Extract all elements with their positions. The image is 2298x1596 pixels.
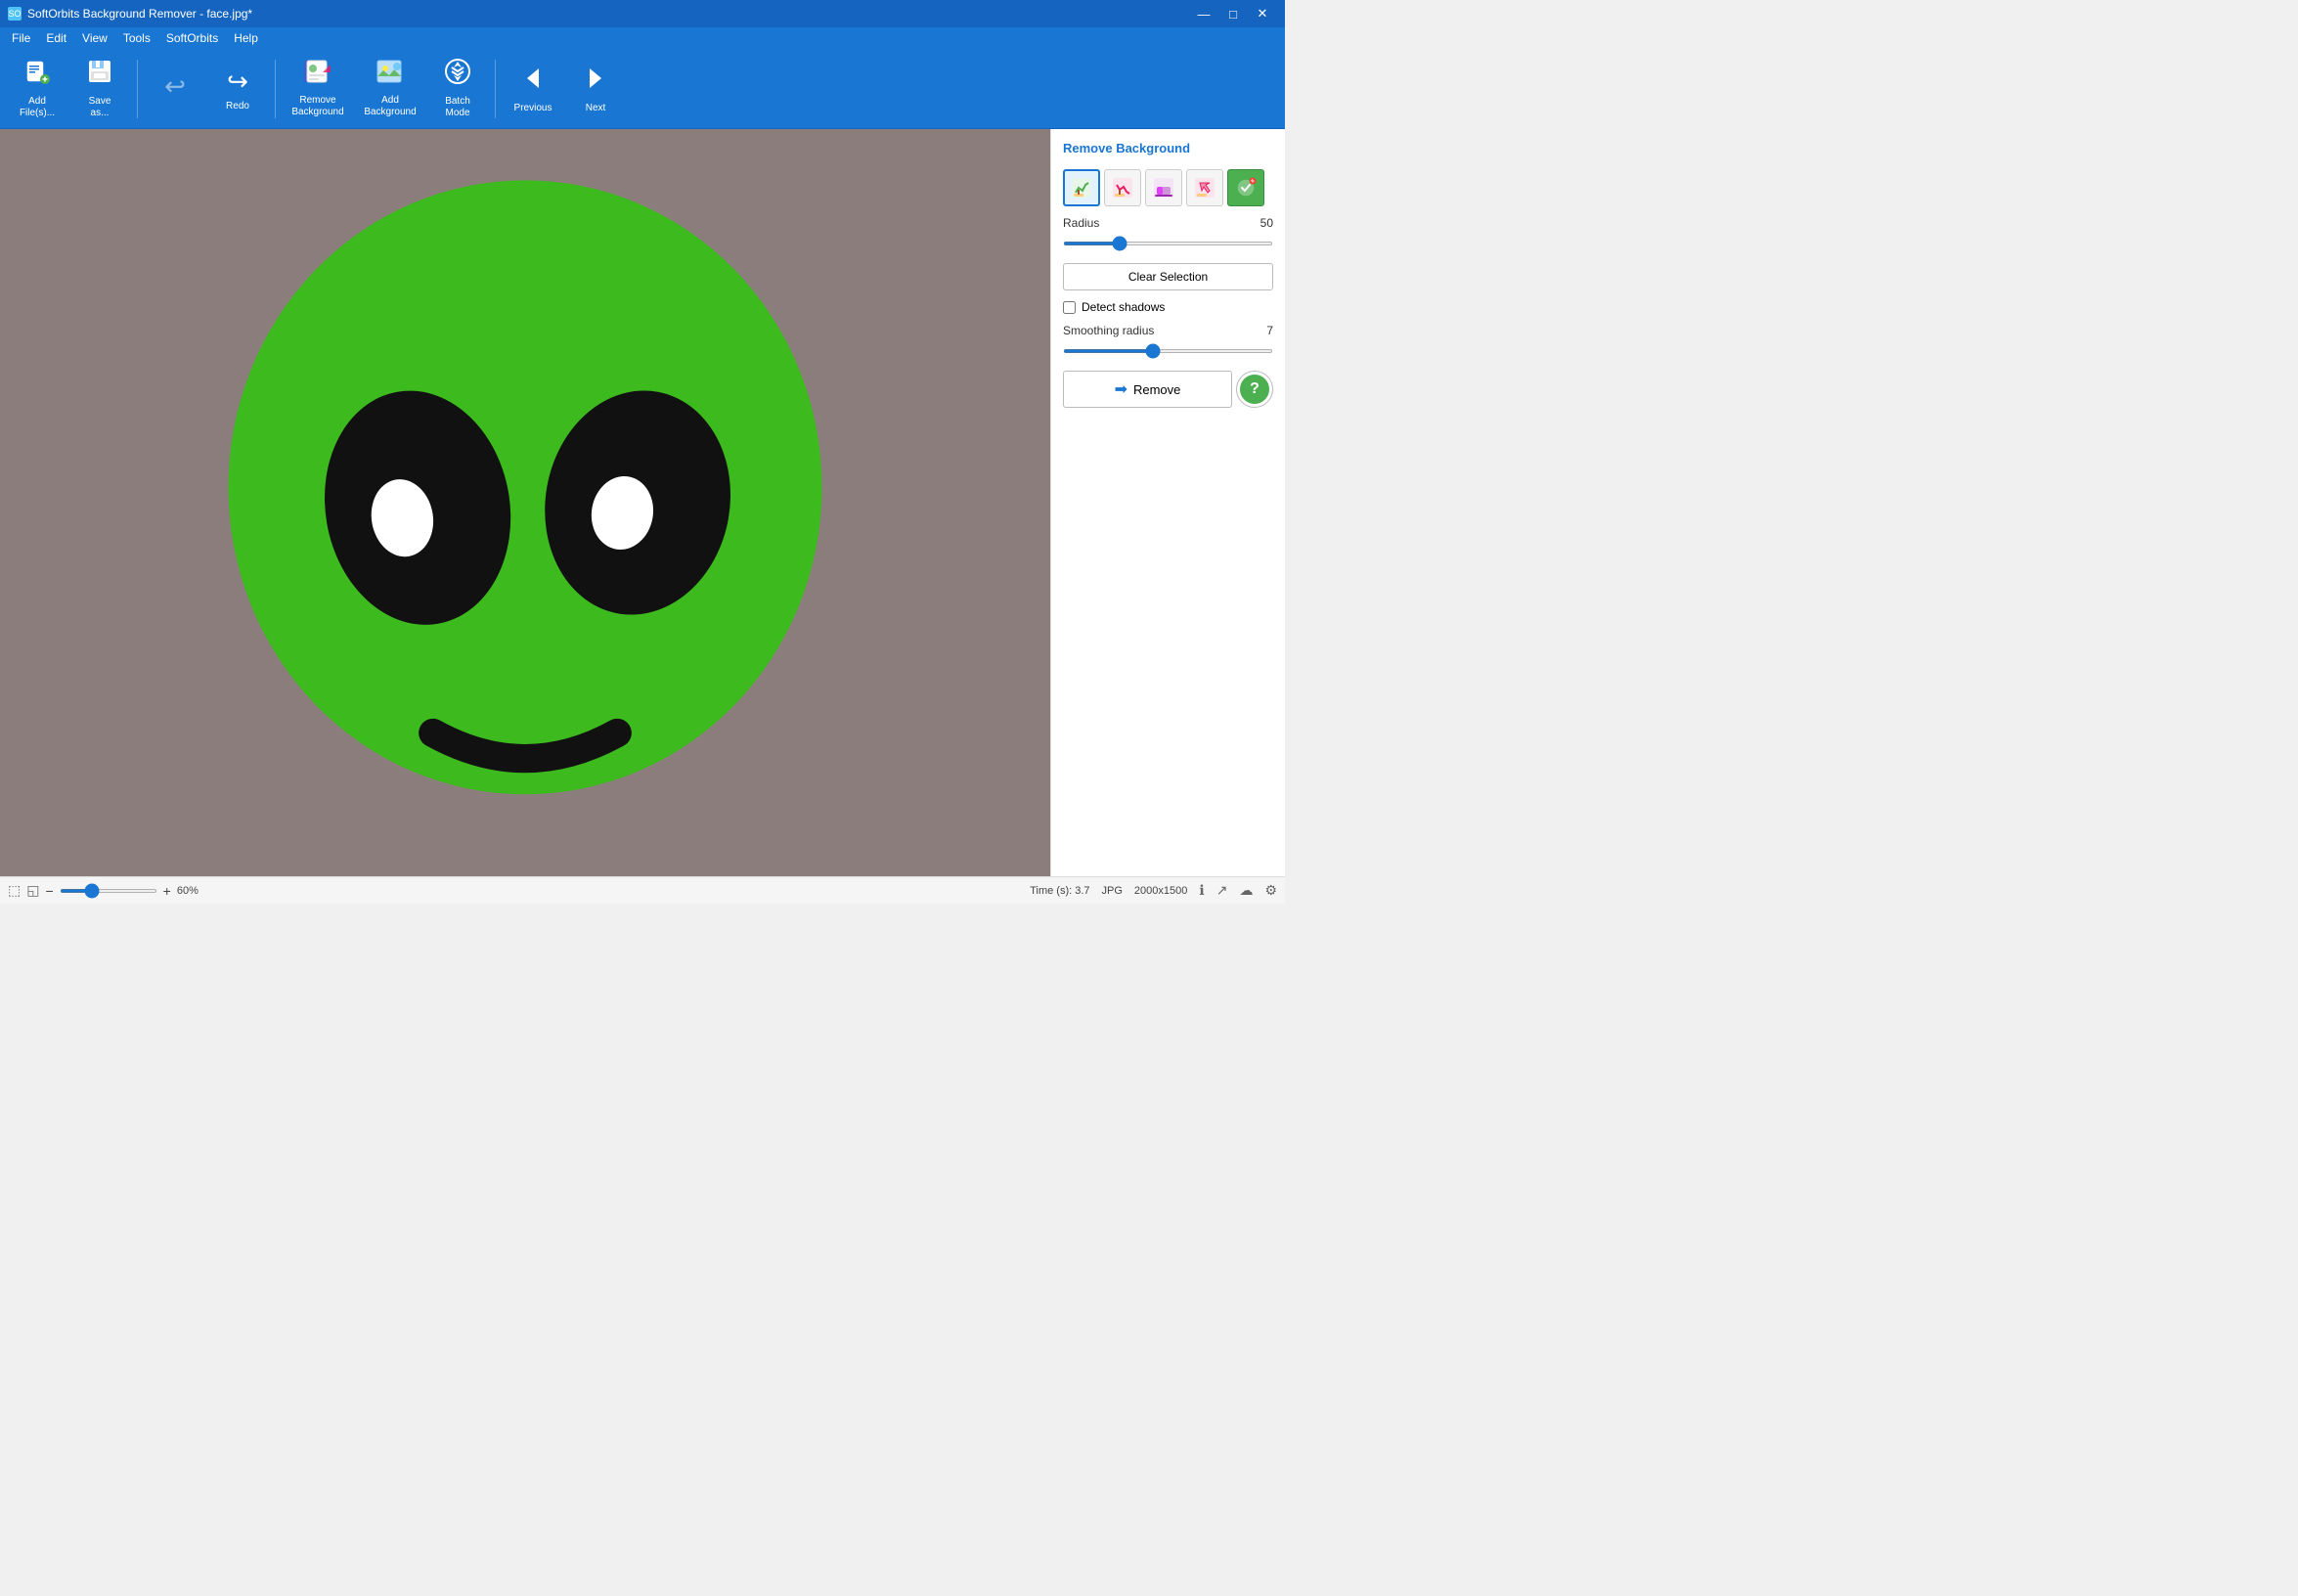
zoom-slider[interactable] xyxy=(60,889,157,893)
remove-button[interactable]: ➡ Remove xyxy=(1063,371,1232,408)
statusbar-right: Time (s): 3.7 JPG 2000x1500 ℹ ↗ ☁ ⚙ xyxy=(1030,882,1277,899)
dimensions-info: 2000x1500 xyxy=(1134,885,1187,897)
add-background-icon xyxy=(376,59,405,91)
titlebar: SO SoftOrbits Background Remover - face.… xyxy=(0,0,1285,27)
smoothing-radius-value: 7 xyxy=(1266,324,1273,337)
canvas-area[interactable] xyxy=(0,129,1050,876)
menu-view[interactable]: View xyxy=(74,29,115,47)
image-canvas xyxy=(0,129,1050,876)
main-area: Remove Background xyxy=(0,129,1285,876)
radius-value: 50 xyxy=(1260,216,1273,230)
view-actual-icon[interactable]: ◱ xyxy=(26,882,39,899)
undo-icon: ↩ xyxy=(164,71,186,102)
redo-icon: ↪ xyxy=(227,66,248,97)
radius-row: Radius 50 xyxy=(1063,216,1273,230)
help-circle-icon: ? xyxy=(1240,375,1269,404)
batch-mode-icon xyxy=(444,58,471,92)
save-as-button[interactable]: Saveas... xyxy=(70,54,129,124)
radius-slider[interactable] xyxy=(1063,242,1273,245)
time-info: Time (s): 3.7 xyxy=(1030,885,1089,897)
add-background-label: AddBackground xyxy=(364,95,416,118)
menu-file[interactable]: File xyxy=(4,29,38,47)
remove-background-icon xyxy=(303,59,332,91)
remove-label: Remove xyxy=(1133,382,1180,397)
smoothing-radius-slider-container xyxy=(1063,341,1273,361)
next-button[interactable]: Next xyxy=(566,54,625,124)
zoom-in-icon[interactable]: + xyxy=(163,883,171,899)
auto-select-button[interactable] xyxy=(1227,169,1264,206)
titlebar-left: SO SoftOrbits Background Remover - face.… xyxy=(8,7,252,21)
previous-icon xyxy=(519,65,547,99)
detect-shadows-checkbox[interactable] xyxy=(1063,301,1076,314)
tool-buttons xyxy=(1063,169,1273,206)
right-panel: Remove Background xyxy=(1050,129,1285,876)
radius-section: Radius 50 xyxy=(1063,216,1273,253)
keep-brush-button[interactable] xyxy=(1063,169,1100,206)
panel-title: Remove Background xyxy=(1063,141,1273,155)
eraser-button[interactable] xyxy=(1145,169,1182,206)
smoothing-radius-slider[interactable] xyxy=(1063,349,1273,353)
add-files-icon xyxy=(23,58,51,92)
minimize-button[interactable]: — xyxy=(1189,0,1218,27)
undo-button[interactable]: ↩ xyxy=(146,54,204,124)
settings-icon[interactable]: ⚙ xyxy=(1264,882,1277,899)
separator-1 xyxy=(137,60,138,118)
remove-background-label: RemoveBackground xyxy=(291,95,343,118)
previous-label: Previous xyxy=(514,103,552,113)
redo-label: Redo xyxy=(226,101,249,111)
next-label: Next xyxy=(586,103,606,113)
remove-background-button[interactable]: RemoveBackground xyxy=(284,54,352,124)
remove-brush-button[interactable] xyxy=(1104,169,1141,206)
menu-help[interactable]: Help xyxy=(226,29,266,47)
share-icon[interactable]: ↗ xyxy=(1216,882,1228,899)
save-as-label: Saveas... xyxy=(89,96,111,119)
menu-softorbits[interactable]: SoftOrbits xyxy=(158,29,226,47)
smoothing-radius-label: Smoothing radius xyxy=(1063,324,1154,337)
cloud-icon[interactable]: ☁ xyxy=(1239,882,1253,899)
toolbar: AddFile(s)... Saveas... ↩ ↪ Redo xyxy=(0,49,1285,129)
separator-3 xyxy=(495,60,496,118)
zoom-value: 60% xyxy=(177,885,199,897)
close-button[interactable]: ✕ xyxy=(1248,0,1277,27)
batch-mode-label: BatchMode xyxy=(445,96,470,119)
smoothing-radius-row: Smoothing radius 7 xyxy=(1063,324,1273,337)
maximize-button[interactable]: □ xyxy=(1218,0,1248,27)
app-icon: SO xyxy=(8,7,22,21)
window-title: SoftOrbits Background Remover - face.jpg… xyxy=(27,7,252,21)
detect-shadows-row: Detect shadows xyxy=(1063,300,1273,314)
previous-button[interactable]: Previous xyxy=(504,54,562,124)
statusbar-left: ⬚ ◱ − + 60% xyxy=(8,882,1022,899)
radius-slider-container xyxy=(1063,234,1273,253)
titlebar-controls: — □ ✕ xyxy=(1189,0,1277,27)
select-brush-button[interactable] xyxy=(1186,169,1223,206)
add-files-button[interactable]: AddFile(s)... xyxy=(8,54,66,124)
detect-shadows-label[interactable]: Detect shadows xyxy=(1082,300,1165,314)
radius-label: Radius xyxy=(1063,216,1099,230)
add-files-label: AddFile(s)... xyxy=(20,96,55,119)
clear-selection-button[interactable]: Clear Selection xyxy=(1063,263,1273,290)
smoothing-radius-section: Smoothing radius 7 xyxy=(1063,324,1273,361)
save-as-icon xyxy=(86,58,113,92)
statusbar: ⬚ ◱ − + 60% Time (s): 3.7 JPG 2000x1500 … xyxy=(0,876,1285,904)
help-icon: ? xyxy=(1250,380,1259,398)
menubar: File Edit View Tools SoftOrbits Help xyxy=(0,27,1285,49)
menu-tools[interactable]: Tools xyxy=(115,29,158,47)
info-icon[interactable]: ℹ xyxy=(1199,882,1204,899)
zoom-out-icon[interactable]: − xyxy=(45,883,53,899)
add-background-button[interactable]: AddBackground xyxy=(356,54,424,124)
format-info: JPG xyxy=(1102,885,1123,897)
separator-2 xyxy=(275,60,276,118)
redo-button[interactable]: ↪ Redo xyxy=(208,54,267,124)
help-button[interactable]: ? xyxy=(1236,371,1273,408)
remove-arrow-icon: ➡ xyxy=(1115,379,1127,399)
view-fit-icon[interactable]: ⬚ xyxy=(8,882,21,899)
next-icon xyxy=(582,65,609,99)
menu-edit[interactable]: Edit xyxy=(38,29,74,47)
remove-button-row: ➡ Remove ? xyxy=(1063,371,1273,408)
batch-mode-button[interactable]: BatchMode xyxy=(428,54,487,124)
